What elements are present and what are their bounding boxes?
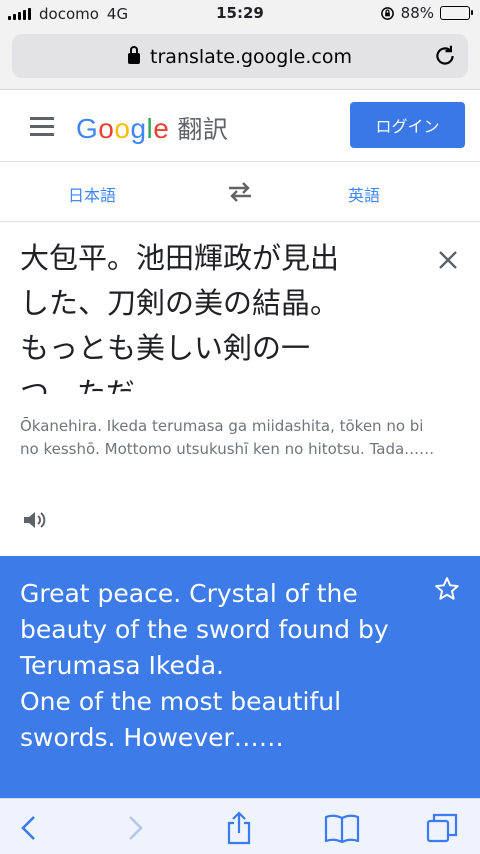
translation-panel: Great peace. Crystal of the beauty of th…: [0, 556, 480, 798]
address-bar[interactable]: translate.google.com: [12, 34, 468, 78]
translation-line: beauty of the sword found by: [20, 615, 389, 644]
google-logo: Google: [76, 113, 169, 144]
share-icon[interactable]: [221, 811, 257, 845]
source-line: つ。ただ……: [20, 376, 193, 394]
logo-letter: G: [76, 113, 99, 144]
google-translate-logo[interactable]: Google 翻訳: [76, 110, 228, 146]
source-panel: 大包平。池田輝政が見出 した、刀剣の美の結晶。 もっとも美しい剣の一 つ。ただ……: [0, 222, 480, 556]
forward-icon[interactable]: [116, 811, 152, 845]
browser-toolbar: [0, 798, 480, 854]
translation-text: Great peace. Crystal of the beauty of th…: [20, 576, 420, 756]
logo-letter: e: [153, 113, 170, 144]
swap-languages-icon[interactable]: [226, 180, 254, 204]
translation-line: One of the most beautiful: [20, 687, 342, 716]
battery-percent: 88%: [400, 4, 434, 22]
tabs-icon[interactable]: [424, 811, 460, 845]
status-right: 88%: [380, 4, 473, 22]
language-bar: 日本語 英語: [0, 162, 480, 222]
bookmarks-icon[interactable]: [324, 811, 360, 845]
source-language-button[interactable]: 日本語: [68, 182, 116, 206]
translation-line: swords. However……: [20, 723, 284, 752]
source-line: した、刀剣の美の結晶。: [20, 286, 340, 320]
logo-letter: o: [114, 113, 131, 144]
source-line: もっとも美しい剣の一: [20, 331, 311, 365]
star-icon[interactable]: [434, 576, 460, 602]
translation-line: Great peace. Crystal of the: [20, 579, 358, 608]
orientation-lock-icon: [380, 6, 394, 20]
lock-icon: [128, 46, 141, 64]
logo-letter: g: [130, 113, 147, 144]
browser-chrome: translate.google.com: [0, 28, 480, 90]
battery-icon: [440, 6, 473, 20]
login-button[interactable]: ログイン: [350, 102, 465, 148]
menu-icon[interactable]: [30, 117, 54, 136]
source-line: 大包平。池田輝政が見出: [20, 241, 340, 275]
romanization-text: Ōkanehira. Ikeda terumasa ga miidashita,…: [20, 417, 435, 458]
address-url[interactable]: translate.google.com: [12, 46, 468, 68]
app-header: Google 翻訳 ログイン: [0, 90, 480, 162]
reload-icon[interactable]: [432, 43, 458, 69]
logo-letter: o: [98, 113, 115, 144]
translation-line: Terumasa Ikeda.: [20, 651, 224, 680]
status-bar: docomo 4G 15:29 88%: [0, 0, 480, 28]
source-text-input[interactable]: 大包平。池田輝政が見出 した、刀剣の美の結晶。 もっとも美しい剣の一 つ。ただ……: [20, 236, 420, 394]
logo-suffix: 翻訳: [177, 115, 229, 144]
speaker-icon[interactable]: [22, 509, 48, 531]
back-icon[interactable]: [12, 811, 48, 845]
target-language-button[interactable]: 英語: [348, 182, 380, 206]
clear-icon[interactable]: [438, 250, 458, 270]
url-text: translate.google.com: [150, 46, 352, 68]
